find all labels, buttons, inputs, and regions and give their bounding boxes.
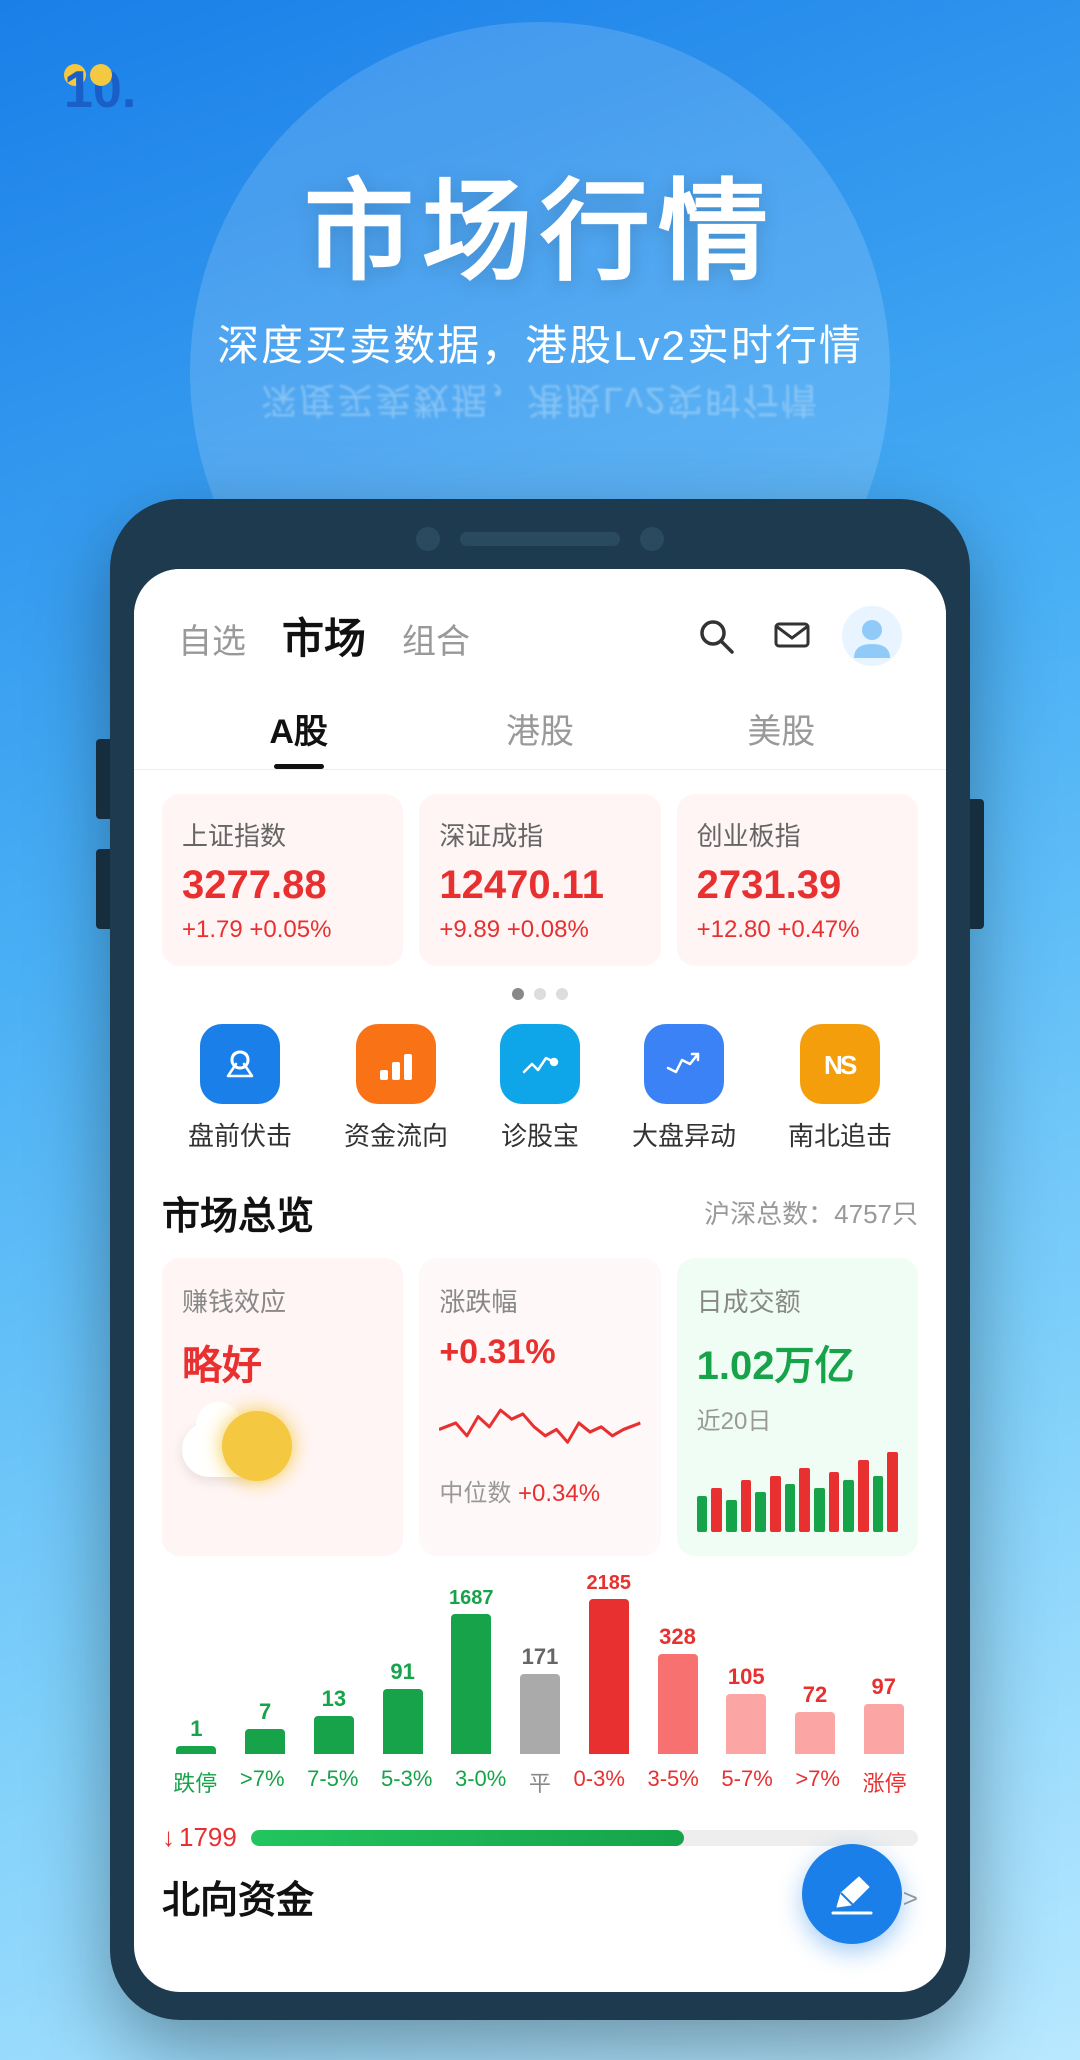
index-name-shanghai: 上证指数 bbox=[182, 816, 383, 853]
rise-fall-pct: +0.31% bbox=[439, 1333, 640, 1372]
index-card-shanghai[interactable]: 上证指数 3277.88 +1.79 +0.05% bbox=[162, 794, 403, 966]
market-tab-hk[interactable]: 港股 bbox=[419, 686, 660, 769]
dot-1 bbox=[512, 988, 524, 1000]
earn-effect-card[interactable]: 赚钱效应 略好 bbox=[162, 1258, 403, 1556]
hero-subtitle: 深度买卖数据，港股Lv2实时行情 深度买卖数据，港股Lv2实时行情 bbox=[60, 312, 1020, 429]
avatar[interactable] bbox=[842, 606, 902, 666]
dist-col-6: 2185 bbox=[574, 1572, 643, 1754]
progress-row: ↓1799 bbox=[162, 1822, 918, 1853]
tool-panqian[interactable]: 盘前伏击 bbox=[188, 1024, 292, 1153]
tool-nanbeizhuiji[interactable]: N S 南北追击 bbox=[788, 1024, 892, 1153]
index-card-cyb[interactable]: 创业板指 2731.39 +12.80 +0.47% bbox=[677, 794, 918, 966]
tool-capital[interactable]: 资金流向 bbox=[344, 1024, 448, 1153]
app-nav-tabs: 自选 市场 组合 bbox=[178, 605, 470, 666]
phone-button-vol-down bbox=[96, 849, 110, 929]
daily-volume-sub: 近20日 bbox=[697, 1401, 898, 1436]
panqian-icon bbox=[200, 1024, 280, 1104]
progress-label: ↓1799 bbox=[162, 1822, 237, 1853]
phone-notch bbox=[134, 527, 946, 551]
search-icon[interactable] bbox=[690, 610, 742, 662]
tool-label-nanbeizhuiji: 南北追击 bbox=[788, 1116, 892, 1153]
nav-tab-market[interactable]: 市场 bbox=[282, 605, 366, 666]
capital-icon bbox=[356, 1024, 436, 1104]
market-tab-a-share[interactable]: A股 bbox=[178, 686, 419, 769]
tool-zhengubao[interactable]: 诊股宝 bbox=[500, 1024, 580, 1153]
tool-dapan[interactable]: 大盘异动 bbox=[632, 1024, 736, 1153]
dots-indicator bbox=[134, 982, 946, 1004]
daily-volume-card[interactable]: 日成交额 1.02万亿 近20日 bbox=[677, 1258, 918, 1556]
tool-label-zhengubao: 诊股宝 bbox=[501, 1116, 579, 1153]
fab-button[interactable] bbox=[802, 1844, 902, 1944]
app-header: 自选 市场 组合 bbox=[134, 569, 946, 686]
daily-volume-title: 日成交额 bbox=[697, 1282, 898, 1319]
index-name-shenzhen: 深证成指 bbox=[439, 816, 640, 853]
index-value-cyb: 2731.39 bbox=[697, 863, 898, 908]
nav-tab-watchlist[interactable]: 自选 bbox=[178, 614, 246, 663]
north-capital-title: 北向资金 bbox=[162, 1869, 314, 1924]
dist-bars: 1 7 13 91 bbox=[162, 1580, 918, 1760]
index-change-shanghai: +1.79 +0.05% bbox=[182, 916, 383, 944]
message-icon[interactable] bbox=[766, 610, 818, 662]
index-card-shenzhen[interactable]: 深证成指 12470.11 +9.89 +0.08% bbox=[419, 794, 660, 966]
market-overview-meta: 沪深总数：4757只 bbox=[704, 1194, 918, 1231]
dist-col-1: 7 bbox=[231, 1699, 300, 1754]
dist-col-7: 328 bbox=[643, 1624, 712, 1754]
index-value-shanghai: 3277.88 bbox=[182, 863, 383, 908]
rise-fall-card[interactable]: 涨跌幅 +0.31% 中位数 +0.34% bbox=[419, 1258, 660, 1556]
dist-col-0: 1 bbox=[162, 1716, 231, 1754]
app-header-icons bbox=[690, 606, 902, 666]
bottom-progress: ↓1799 bbox=[134, 1814, 946, 1853]
dapan-icon bbox=[644, 1024, 724, 1104]
phone-button-power bbox=[970, 799, 984, 929]
hero-section: 市场行情 深度买卖数据，港股Lv2实时行情 深度买卖数据，港股Lv2实时行情 bbox=[0, 122, 1080, 469]
phone-screen: 自选 市场 组合 bbox=[134, 569, 946, 1992]
earn-effect-title: 赚钱效应 bbox=[182, 1282, 383, 1319]
rise-fall-chart bbox=[439, 1378, 640, 1468]
phone-camera-2 bbox=[640, 527, 664, 551]
market-tab-us[interactable]: 美股 bbox=[661, 686, 902, 769]
nanbeizhuiji-icon: N S bbox=[800, 1024, 880, 1104]
earn-effect-value: 略好 bbox=[182, 1333, 383, 1391]
svg-text:S: S bbox=[840, 1050, 857, 1080]
zhengubao-icon bbox=[500, 1024, 580, 1104]
phone-container: 自选 市场 组合 bbox=[0, 469, 1080, 2060]
index-value-shenzhen: 12470.11 bbox=[439, 863, 640, 908]
dist-col-9: 72 bbox=[781, 1682, 850, 1754]
dist-col-3: 91 bbox=[368, 1659, 437, 1754]
twenty-day-bars bbox=[697, 1442, 898, 1532]
distribution-chart: 1 7 13 91 bbox=[134, 1572, 946, 1814]
dist-col-5: 171 bbox=[506, 1644, 575, 1754]
sun-shape bbox=[222, 1411, 292, 1481]
dot-2 bbox=[534, 988, 546, 1000]
index-change-cyb: +12.80 +0.47% bbox=[697, 916, 898, 944]
index-name-cyb: 创业板指 bbox=[697, 816, 898, 853]
market-overview-header: 市场总览 沪深总数：4757只 bbox=[134, 1169, 946, 1248]
dot-3 bbox=[556, 988, 568, 1000]
phone-button-vol-up bbox=[96, 739, 110, 819]
dist-col-2: 13 bbox=[299, 1686, 368, 1754]
quick-tools: 盘前伏击 资金流向 bbox=[134, 1004, 946, 1169]
index-cards: 上证指数 3277.88 +1.79 +0.05% 深证成指 12470.11 … bbox=[134, 770, 946, 982]
tool-label-dapan: 大盘异动 bbox=[632, 1116, 736, 1153]
tool-label-capital: 资金流向 bbox=[344, 1116, 448, 1153]
nav-tab-portfolio[interactable]: 组合 bbox=[402, 614, 470, 663]
phone-speaker bbox=[460, 532, 620, 546]
market-overview-title: 市场总览 bbox=[162, 1185, 314, 1240]
hero-title: 市场行情 bbox=[60, 142, 1020, 302]
phone-frame: 自选 市场 组合 bbox=[110, 499, 970, 2020]
dist-col-10: 97 bbox=[849, 1674, 918, 1754]
dist-col-8: 105 bbox=[712, 1664, 781, 1754]
rise-fall-sub: 中位数 +0.34% bbox=[439, 1473, 640, 1508]
tool-label-panqian: 盘前伏击 bbox=[188, 1116, 292, 1153]
rise-fall-title: 涨跌幅 bbox=[439, 1282, 640, 1319]
daily-volume-value: 1.02万亿 bbox=[697, 1333, 898, 1391]
overview-cards: 赚钱效应 略好 涨跌幅 +0.31% 中位数 +0.34% bbox=[134, 1248, 946, 1572]
progress-fill bbox=[251, 1830, 685, 1846]
market-tabs: A股 港股 美股 bbox=[134, 686, 946, 770]
dist-col-4: 1687 bbox=[437, 1587, 506, 1754]
index-change-shenzhen: +9.89 +0.08% bbox=[439, 916, 640, 944]
weather-icon bbox=[182, 1401, 292, 1491]
phone-camera bbox=[416, 527, 440, 551]
progress-track bbox=[251, 1830, 918, 1846]
